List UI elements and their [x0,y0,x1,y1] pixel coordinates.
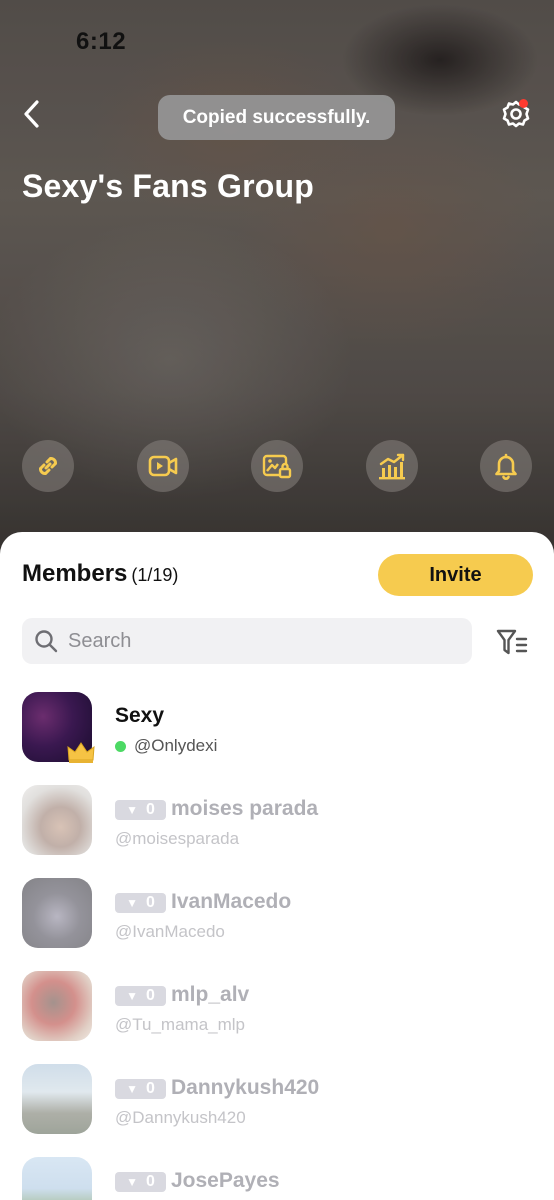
filter-icon [496,629,528,655]
search-input[interactable] [68,629,448,653]
level-value: 0 [145,801,155,818]
invite-button[interactable]: Invite [378,554,533,596]
member-handle: @Onlydexi [134,736,218,755]
status-bar-time: 6:12 [76,28,127,55]
member-name: JosePayes [171,1169,280,1192]
level-down-icon: ▼ [126,803,138,817]
member-handle: @IvanMacedo [115,922,225,941]
search-box[interactable] [22,618,472,664]
bell-icon [495,453,517,480]
chevron-left-icon [24,100,39,128]
group-action-row [22,440,532,492]
member-row[interactable]: ▼ 0 JosePayes [0,1155,554,1200]
member-list: Sexy @Onlydexi ▼ 0 moises parada @moisesp… [0,690,554,1200]
locked-media-button[interactable] [251,440,303,492]
level-down-icon: ▼ [126,989,138,1003]
member-handle: @moisesparada [115,829,240,848]
member-row[interactable]: ▼ 0 moises parada @moisesparada [0,783,554,876]
filter-button[interactable] [494,626,530,658]
copy-link-button[interactable] [22,440,74,492]
notifications-button[interactable] [480,440,532,492]
level-badge: ▼ 0 [115,893,166,913]
back-button[interactable] [14,96,50,132]
settings-button[interactable] [498,96,534,132]
avatar [22,1064,92,1134]
avatar [22,971,92,1041]
copied-toast: Copied successfully. [158,95,395,140]
video-icon [148,455,178,477]
level-badge: ▼ 0 [115,800,166,820]
avatar [22,1157,92,1200]
member-name: Sexy [115,704,165,727]
level-down-icon: ▼ [126,1082,138,1096]
level-badge: ▼ 0 [115,1079,166,1099]
members-heading: Members (1/19) [22,560,178,588]
member-row[interactable]: ▼ 0 Dannykush420 @Dannykush420 [0,1062,554,1155]
members-sheet: Members (1/19) Invite Search Sexy @Onlyd… [0,532,554,1200]
member-row[interactable]: Sexy @Onlydexi [0,690,554,783]
level-down-icon: ▼ [126,1175,138,1189]
search-icon [35,630,58,653]
level-value: 0 [145,1080,155,1097]
level-value: 0 [145,987,155,1004]
level-badge: ▼ 0 [115,1172,166,1192]
member-handle: @Dannykush420 [115,1108,246,1127]
crown-icon [67,742,95,763]
video-button[interactable] [137,440,189,492]
online-status-dot [115,741,126,752]
notification-dot [519,99,528,108]
member-row[interactable]: ▼ 0 mlp_alv @Tu_mama_mlp [0,969,554,1062]
member-handle: @Tu_mama_mlp [115,1015,245,1034]
member-name: Dannykush420 [171,1076,320,1099]
level-value: 0 [145,894,155,911]
avatar [22,785,92,855]
group-title: Sexy's Fans Group [22,168,314,204]
link-icon [39,457,57,475]
chart-icon [379,453,405,480]
members-count: (1/19) [131,565,179,585]
photo-lock-icon [262,454,292,479]
stats-button[interactable] [366,440,418,492]
member-row[interactable]: ▼ 0 IvanMacedo @IvanMacedo [0,876,554,969]
member-name: moises parada [171,797,319,820]
member-name: IvanMacedo [171,890,292,913]
level-badge: ▼ 0 [115,986,166,1006]
level-down-icon: ▼ [126,896,138,910]
level-value: 0 [145,1173,155,1190]
members-title: Members [22,560,128,587]
member-name: mlp_alv [171,983,250,1006]
avatar [22,878,92,948]
